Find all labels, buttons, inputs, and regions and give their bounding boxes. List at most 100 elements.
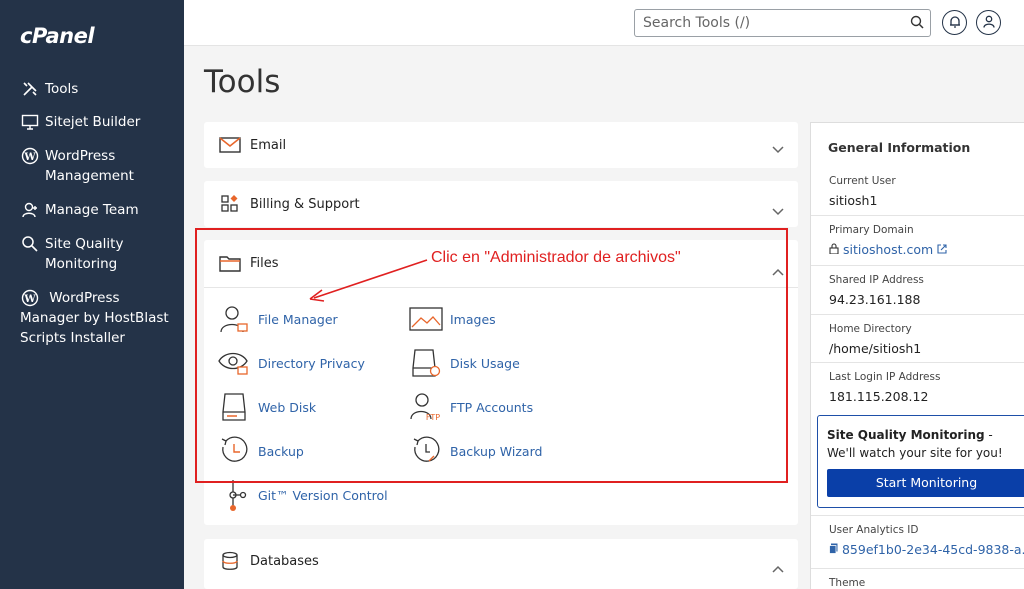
last-login-value: 181.115.208.12 [829, 389, 929, 404]
analytics-label: User Analytics ID [829, 524, 919, 536]
section-billing-support[interactable]: Billing & Support [204, 181, 798, 227]
bell-icon [949, 13, 961, 32]
primary-domain-label: Primary Domain [829, 224, 914, 236]
user-icon [982, 13, 995, 32]
sidebar-item-site-quality[interactable]: Site Quality Monitoring [20, 234, 170, 274]
sidebar-item-label: Site Quality Monitoring [45, 236, 124, 272]
panel-title: General Information [828, 140, 971, 155]
svg-text:W: W [23, 152, 36, 163]
sidebar: cPanel Tools Sitejet Builder W WordPress… [0, 0, 184, 589]
copy-icon[interactable] [829, 542, 838, 557]
search-input[interactable]: Search Tools (/) [634, 9, 931, 37]
sidebar-item-sitejet[interactable]: Sitejet Builder [20, 112, 170, 132]
backup-wizard-icon [408, 434, 444, 468]
tool-disk-usage[interactable]: Disk Usage [408, 346, 520, 380]
tool-backup[interactable]: Backup [216, 434, 304, 468]
theme-label: Theme [829, 577, 866, 589]
section-label: Email [250, 137, 287, 153]
folder-icon [218, 251, 242, 275]
current-user-value: sitiosh1 [829, 193, 878, 208]
search-placeholder: Search Tools (/) [643, 15, 751, 31]
svg-text:W: W [23, 294, 36, 305]
lock-icon [829, 242, 839, 257]
sqm-text: Site Quality Monitoring - We'll watch yo… [827, 426, 1022, 462]
email-icon [218, 133, 242, 157]
tool-ftp-accounts[interactable]: FTP FTP Accounts [408, 390, 533, 424]
section-label: Files [250, 255, 279, 271]
file-manager-icon [216, 302, 252, 336]
billing-icon [218, 192, 242, 216]
theme-row: Theme [811, 568, 1024, 589]
sidebar-item-label: Sitejet Builder [45, 114, 141, 130]
tool-web-disk[interactable]: Web Disk [216, 390, 316, 424]
disk-usage-icon [408, 346, 444, 380]
site-quality-monitoring-card: Site Quality Monitoring - We'll watch yo… [817, 415, 1024, 508]
chevron-up-icon[interactable] [772, 261, 784, 280]
section-label: Databases [250, 553, 319, 569]
sidebar-item-label: WordPress Management [45, 148, 134, 184]
cpanel-logo[interactable]: cPanel [20, 24, 95, 48]
section-label: Billing & Support [250, 196, 360, 212]
tool-label: Backup Wizard [450, 443, 543, 459]
monitor-icon [20, 112, 40, 132]
primary-domain-row: Primary Domain sitioshost.com [811, 215, 1024, 265]
analytics-row: User Analytics ID 859ef1b0-2e34-45cd-983… [811, 515, 1024, 568]
annotation-arrow [309, 259, 428, 302]
svg-text:FTP: FTP [426, 413, 440, 422]
primary-domain-link[interactable]: sitioshost.com [829, 242, 1024, 257]
wordpress-icon: W [20, 288, 40, 308]
sidebar-item-label: Tools [45, 81, 79, 97]
current-user-label: Current User [829, 175, 896, 187]
tool-backup-wizard[interactable]: Backup Wizard [408, 434, 542, 468]
tools-icon [20, 79, 40, 99]
shared-ip-value: 94.23.161.188 [829, 292, 921, 307]
home-directory-value: /home/sitiosh1 [829, 341, 922, 356]
external-link-icon [937, 242, 947, 257]
chevron-up-icon[interactable] [772, 558, 784, 577]
sidebar-item-wordpress-manager-hostblast[interactable]: W WordPress Manager by HostBlast Scripts… [20, 288, 170, 348]
sidebar-item-tools[interactable]: Tools [20, 79, 170, 99]
directory-privacy-icon [216, 346, 252, 380]
tool-file-manager[interactable]: File Manager [216, 302, 338, 336]
chevron-down-icon[interactable] [772, 201, 784, 220]
tool-directory-privacy[interactable]: Directory Privacy [216, 346, 365, 380]
wordpress-icon: W [20, 146, 40, 166]
tool-images[interactable]: Images [408, 302, 496, 336]
start-monitoring-button[interactable]: Start Monitoring [827, 469, 1024, 497]
images-icon [408, 302, 444, 336]
git-icon [216, 478, 252, 512]
tool-label: Git™ Version Control [258, 487, 388, 503]
home-directory-row: Home Directory /home/sitiosh1 [811, 314, 1024, 362]
chevron-down-icon[interactable] [772, 139, 784, 158]
shared-ip-label: Shared IP Address [829, 274, 924, 286]
user-menu-button[interactable] [976, 10, 1001, 35]
ftp-accounts-icon: FTP [408, 390, 444, 424]
search-icon[interactable] [910, 15, 924, 33]
section-email[interactable]: Email [204, 122, 798, 168]
primary-domain-value: sitioshost.com [842, 242, 934, 257]
tool-label: Web Disk [258, 399, 317, 415]
section-files-header[interactable]: Files [218, 251, 279, 275]
sidebar-item-label: Manage Team [45, 202, 139, 218]
tool-label: Images [450, 311, 496, 327]
shared-ip-row: Shared IP Address 94.23.161.188 [811, 265, 1024, 314]
backup-icon [216, 434, 252, 468]
tool-git-version-control[interactable]: Git™ Version Control [216, 478, 388, 512]
last-login-label: Last Login IP Address [829, 371, 941, 383]
analytics-id[interactable]: 859ef1b0-2e34-45cd-9838-a... [829, 542, 1024, 557]
sidebar-item-wordpress-management[interactable]: W WordPress Management [20, 146, 170, 186]
sidebar-item-label: WordPress Manager by HostBlast Scripts I… [20, 290, 169, 346]
top-bar: Search Tools (/) [184, 0, 1024, 46]
sidebar-item-manage-team[interactable]: Manage Team [20, 200, 170, 220]
home-directory-label: Home Directory [829, 323, 912, 335]
general-information-panel: General Information Current User sitiosh… [810, 122, 1024, 589]
section-databases[interactable]: Databases [204, 539, 798, 589]
tool-label: Disk Usage [450, 355, 520, 371]
tool-label: Directory Privacy [258, 355, 365, 371]
tool-label: Backup [258, 443, 304, 459]
page-title: Tools [204, 64, 281, 100]
notifications-button[interactable] [942, 10, 967, 35]
web-disk-icon [216, 390, 252, 424]
tool-label: FTP Accounts [450, 399, 534, 415]
last-login-row: Last Login IP Address 181.115.208.12 [811, 362, 1024, 412]
